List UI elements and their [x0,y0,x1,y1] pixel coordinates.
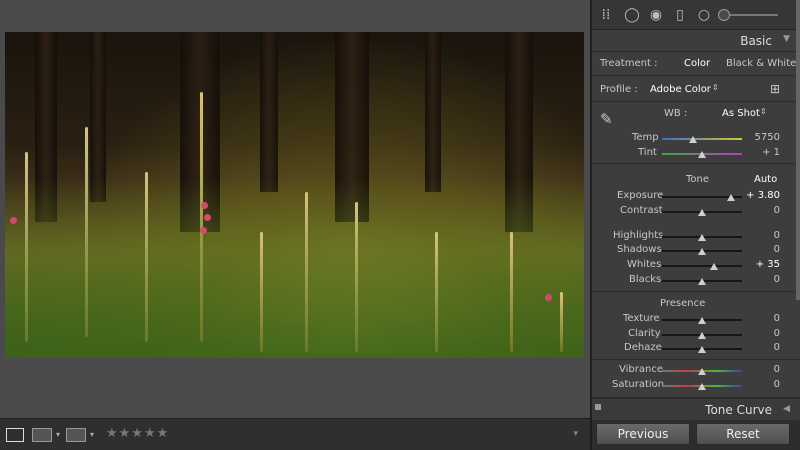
tone-label: Tone [686,174,710,185]
clarity-label: Clarity [628,328,661,339]
presence-label: Presence [660,298,706,309]
dehaze-label: Dehaze [624,342,662,353]
tool-strip: ⁞⁞ ◯ ◉ ▯ ○ [592,0,800,30]
tint-value[interactable]: + 1 [740,147,780,158]
blacks-label: Blacks [629,274,662,285]
expand-icon[interactable]: ◀ [783,404,790,414]
tone-section: Tone Auto Exposure + 3.80 Contrast 0 Hig… [592,164,800,292]
contrast-value[interactable]: 0 [740,205,780,216]
highlights-value[interactable]: 0 [740,230,780,241]
treatment-color-option[interactable]: Color [684,58,710,69]
exposure-knob[interactable] [727,194,735,201]
tone-curve-header[interactable]: Tone Curve ◀ [592,398,800,420]
contrast-knob[interactable] [698,209,706,216]
tint-knob[interactable] [698,151,706,158]
highlights-label: Highlights [613,230,664,241]
app-window: ▾ ▾ ★★★★★ ▾ ⁞⁞ ◯ ◉ ▯ ○ Basic ▼ Treatment… [0,0,800,450]
toolbar-menu-icon[interactable]: ▾ [573,429,578,439]
color-section: Vibrance 0 Saturation 0 [592,360,800,398]
tint-label: Tint [638,147,657,158]
updown-icon[interactable]: ⇕ [712,83,719,92]
vibrance-knob[interactable] [698,368,706,375]
tone-curve-title: Tone Curve [705,403,772,417]
dehaze-knob[interactable] [698,346,706,353]
previous-button[interactable]: Previous [596,423,690,445]
vibrance-label: Vibrance [619,364,663,375]
saturation-knob[interactable] [698,383,706,390]
shadows-label: Shadows [617,244,662,255]
crop-circle-icon[interactable]: ◯ [624,7,640,23]
star-rating[interactable]: ★★★★★ [106,426,169,441]
spot-removal-icon[interactable]: ◉ [648,7,664,23]
brush-icon[interactable]: ▯ [672,7,688,23]
treatment-row: Treatment : Color Black & White [592,52,800,76]
eyedropper-icon[interactable]: ✎ [600,110,613,128]
shadows-value[interactable]: 0 [740,244,780,255]
develop-panel: ⁞⁞ ◯ ◉ ▯ ○ Basic ▼ Treatment : Color Bla… [592,0,800,450]
temp-knob[interactable] [689,136,697,143]
texture-knob[interactable] [698,317,706,324]
chevron-down-icon[interactable]: ▾ [90,430,94,439]
clarity-knob[interactable] [698,332,706,339]
saturation-label: Saturation [612,379,665,390]
saturation-value[interactable]: 0 [740,379,780,390]
texture-label: Texture [623,313,660,324]
treatment-bw-option[interactable]: Black & White [726,58,796,69]
profile-dropdown[interactable]: Adobe Color [650,84,711,95]
loupe-view-button[interactable] [6,428,24,442]
filmstrip-toolbar: ▾ ▾ ★★★★★ ▾ [0,418,590,450]
white-balance-section: ✎ WB : As Shot ⇕ Temp 5750 Tint + 1 [592,102,800,164]
treatment-label: Treatment : [600,58,658,69]
blacks-value[interactable]: 0 [740,274,780,285]
auto-button[interactable]: Auto [754,174,777,185]
reset-button[interactable]: Reset [696,423,790,445]
blacks-knob[interactable] [698,278,706,285]
dehaze-value[interactable]: 0 [740,342,780,353]
contrast-label: Contrast [620,205,663,216]
panel-scrollbar[interactable] [796,0,800,300]
wb-dropdown[interactable]: As Shot [722,108,760,119]
clarity-value[interactable]: 0 [740,328,780,339]
whites-value[interactable]: + 35 [740,259,780,270]
exposure-label: Exposure [617,190,664,201]
grid-icon[interactable]: ⁞⁞ [598,7,614,23]
exposure-value[interactable]: + 3.80 [740,190,780,201]
profile-row: Profile : Adobe Color ⇕ ⊞ [592,76,800,102]
basic-header[interactable]: Basic ▼ [592,30,800,52]
radial-icon[interactable]: ○ [696,7,712,23]
updown-icon[interactable]: ⇕ [760,107,767,116]
tool-size-knob[interactable] [718,9,730,21]
photo-preview[interactable] [5,32,584,358]
texture-value[interactable]: 0 [740,313,780,324]
profile-browser-icon[interactable]: ⊞ [770,82,780,96]
whites-slider[interactable] [662,265,742,267]
presence-section: Presence Texture 0 Clarity 0 Dehaze 0 [592,292,800,360]
basic-title: Basic [740,34,772,48]
wb-label: WB : [664,108,688,119]
temp-value[interactable]: 5750 [740,132,780,143]
profile-label: Profile : [600,84,638,95]
collapse-icon[interactable]: ▼ [783,34,790,44]
panel-footer: Previous Reset [592,420,800,450]
chevron-down-icon[interactable]: ▾ [56,430,60,439]
temp-label: Temp [632,132,659,143]
before-after-button[interactable] [66,428,86,442]
whites-knob[interactable] [710,263,718,270]
whites-label: Whites [627,259,662,270]
compare-view-button[interactable] [32,428,52,442]
temp-slider[interactable] [662,138,742,140]
vibrance-value[interactable]: 0 [740,364,780,375]
panel-toggle-icon[interactable] [595,404,601,410]
image-viewer [0,0,590,418]
shadows-knob[interactable] [698,248,706,255]
highlights-knob[interactable] [698,234,706,241]
